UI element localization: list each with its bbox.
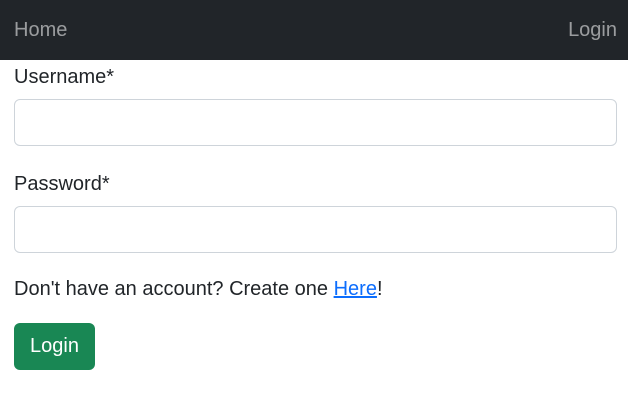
login-form: Username* Password* Don't have an accoun… <box>0 60 628 370</box>
signup-prefix-text: Don't have an account? Create one <box>14 278 334 300</box>
username-label: Username* <box>14 66 115 88</box>
nav-home-link[interactable]: Home <box>14 20 67 40</box>
password-label: Password* <box>14 173 110 195</box>
signup-suffix-text: ! <box>376 278 383 300</box>
username-input[interactable] <box>14 99 617 146</box>
password-input[interactable] <box>14 206 617 253</box>
nav-login-link[interactable]: Login <box>568 20 617 40</box>
top-navbar: Home Login <box>0 0 628 60</box>
login-button[interactable]: Login <box>14 323 95 370</box>
signup-link[interactable]: Here <box>334 278 377 300</box>
signup-prompt: Don't have an account? Create one Here! <box>14 279 617 299</box>
